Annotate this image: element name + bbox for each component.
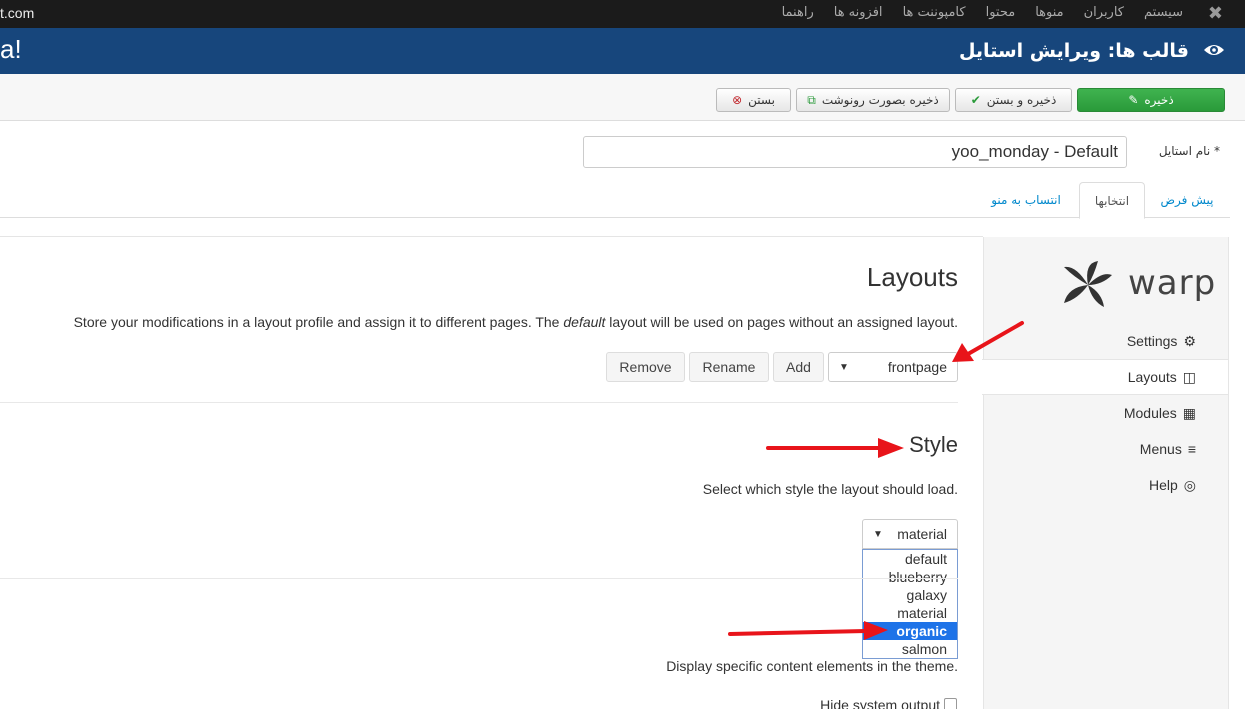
warp-logo-text: warp [1128, 263, 1217, 303]
top-menu-system[interactable]: سیستم [1144, 5, 1183, 20]
gears-icon: ⚙ [1183, 332, 1196, 349]
top-menu-users[interactable]: کاربران [1084, 5, 1124, 20]
sidebar-item-label: Settings [1126, 333, 1178, 349]
top-menu: سیستم کاربران منوها محتوا کامپوننت ها اف… [782, 5, 1183, 20]
eye-icon [1203, 40, 1225, 64]
system-output-description: Display specific content elements in the… [666, 658, 958, 674]
tab-default[interactable]: پیش فرض [1148, 182, 1226, 218]
section-divider [0, 578, 958, 579]
style-option-organic[interactable]: organic [863, 622, 957, 640]
layout-profile-select[interactable]: ▼ frontpage [828, 352, 958, 382]
close-button[interactable]: ⊗ بستن [716, 88, 791, 112]
joomla-logo: a! [0, 34, 22, 64]
save-copy-label: ذخیره بصورت رونوشت [821, 93, 939, 107]
close-label: بستن [748, 93, 775, 107]
layouts-desc-text: Store your modifications in a layout pro… [73, 314, 564, 330]
save-button-label: ذخیره [1144, 93, 1174, 107]
admin-top-nav: t.com ✖ سیستم کاربران منوها محتوا کامپون… [0, 0, 1245, 28]
save-close-button[interactable]: ✔ ذخیره و بستن [955, 88, 1072, 112]
grid-icon: ▦ [1182, 404, 1196, 421]
hide-system-output-checkbox[interactable] [944, 698, 957, 709]
style-option-blueberry[interactable]: blueberry [863, 568, 957, 586]
style-heading: Style [909, 432, 958, 457]
top-menu-content[interactable]: محتوا [986, 5, 1016, 20]
style-option-material[interactable]: material [863, 604, 957, 622]
layouts-desc-text-end: layout will be used on pages without an … [605, 314, 958, 330]
sidebar-item-modules[interactable]: Modules ▦ [1124, 395, 1196, 431]
save-close-label: ذخیره و بستن [986, 93, 1057, 107]
style-option-salmon[interactable]: salmon [863, 640, 957, 658]
sidebar-item-label: Layouts [1127, 369, 1177, 385]
page-header: a! قالب ها: ویرایش استایل [0, 28, 1245, 74]
top-menu-help[interactable]: راهنما [782, 5, 814, 20]
hamburger-icon: ≡ [1187, 441, 1196, 457]
lifebuoy-icon: ◎ [1183, 476, 1196, 493]
style-description: Select which style the layout should loa… [702, 481, 958, 497]
cancel-icon: ⊗ [732, 93, 743, 107]
edit-icon: ✎ [1128, 93, 1139, 107]
sidebar-item-label: Help [1148, 477, 1178, 493]
layouts-desc-italic: default [563, 314, 606, 330]
sidebar-item-menus[interactable]: Menus ≡ [1140, 431, 1196, 467]
layout-selected-value: frontpage [887, 359, 947, 375]
style-selected-value: material [897, 526, 947, 542]
section-divider [0, 402, 958, 403]
save-button[interactable]: ✎ ذخیره [1077, 88, 1225, 112]
rename-layout-button[interactable]: Rename [689, 352, 769, 382]
style-name-label: نام استایل * [1158, 144, 1220, 158]
tab-bar: پیش فرض انتخابها انتساب به منو [0, 182, 1230, 219]
sidebar-item-label: Modules [1123, 405, 1177, 421]
tab-menu-assignment[interactable]: انتساب به منو [978, 182, 1074, 218]
joomla-logo-icon[interactable]: ✖ [1208, 3, 1223, 24]
layouts-heading: Layouts [866, 262, 958, 292]
style-option-galaxy[interactable]: galaxy [863, 586, 957, 604]
dropdown-arrow-icon: ▼ [839, 361, 849, 373]
tab-options[interactable]: انتخابها [1079, 182, 1145, 219]
remove-layout-button[interactable]: Remove [606, 352, 685, 382]
style-option-default[interactable]: default [863, 550, 957, 568]
dropdown-arrow-icon: ▼ [873, 528, 883, 540]
style-dropdown-list: default blueberry galaxy material organi… [862, 549, 958, 659]
columns-icon: ◫ [1182, 368, 1196, 385]
hide-system-output-label: Hide system output [820, 697, 940, 709]
layouts-description: Store your modifications in a layout pro… [74, 314, 958, 330]
top-menu-extensions[interactable]: افزونه ها [834, 5, 883, 20]
sidebar-item-help[interactable]: Help ◎ [1149, 467, 1196, 503]
page-title: قالب ها: ویرایش استایل [958, 40, 1189, 62]
checkmark-icon: ✔ [970, 93, 981, 107]
warp-logo-icon [1062, 261, 1114, 313]
save-as-copy-button[interactable]: ⧉ ذخیره بصورت رونوشت [796, 88, 950, 112]
panel-top-border [0, 236, 983, 237]
add-layout-button[interactable]: Add [773, 352, 824, 382]
sidebar-item-label: Menus [1139, 441, 1182, 457]
warp-sidebar: warp Settings ⚙ Layouts ◫ Modules ▦ Menu… [982, 237, 1229, 709]
style-select[interactable]: ▼ material [862, 519, 958, 549]
annotation-arrow-style [766, 438, 904, 458]
top-menu-components[interactable]: کامپوننت ها [903, 5, 966, 20]
copy-icon: ⧉ [807, 92, 816, 107]
site-url-link[interactable]: t.com [0, 5, 34, 21]
sidebar-item-settings[interactable]: Settings ⚙ [1127, 323, 1196, 359]
sidebar-item-layouts[interactable]: Layouts ◫ [982, 359, 1228, 395]
style-name-input[interactable] [583, 136, 1127, 168]
top-menu-menus[interactable]: منوها [1035, 5, 1063, 20]
toolbar: ✎ ذخیره ✔ ذخیره و بستن ⧉ ذخیره بصورت رون… [0, 74, 1245, 121]
